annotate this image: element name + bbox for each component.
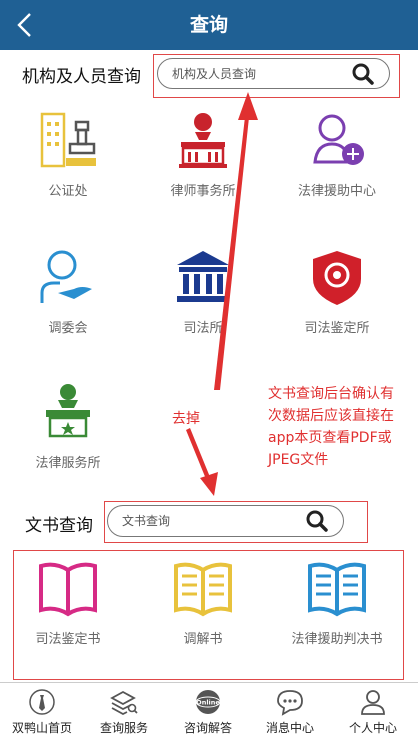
backend-annotation-line: app本页查看PDF或 [268,430,392,446]
backend-annotation-line: 次数据后应该直接在 [268,408,394,424]
grid-item-label: 调委会 [48,321,88,336]
grid-item-label: 律师事务所 [170,184,236,199]
search-icon[interactable] [305,509,329,533]
online-consult-icon: Online [195,690,221,714]
grid-item-forensic-appraisal[interactable]: 司法鉴定所 [272,247,402,336]
grid-item-label: 司法所 [183,321,223,336]
book-icon [174,562,232,617]
institutions-search-input[interactable] [172,59,334,88]
notary-office-icon [40,112,96,168]
top-bar: 查询 [0,0,418,50]
remove-annotation: 去掉 [172,411,200,427]
page-title: 查询 [189,14,228,36]
backend-annotation-line: JPEG文件 [268,452,329,468]
grid-item-legal-service-office[interactable]: 法律服务所 [3,382,133,471]
book-icon [39,562,97,617]
tab-profile[interactable]: 个人中心 [331,683,415,742]
grid-item-notary-office[interactable]: 公证处 [3,110,133,199]
grid-item-judicial-office[interactable]: 司法所 [138,247,268,336]
message-icon [277,690,303,716]
grid-item-label: 法律援助判决书 [291,632,383,647]
judicial-office-icon [177,251,229,302]
documents-search-box[interactable] [107,505,344,537]
grid-item-forensic-report[interactable]: 司法鉴定书 [3,560,133,647]
search-service-icon [110,690,138,716]
documents-search-input[interactable] [122,506,287,536]
institutions-section-title: 机构及人员查询 [22,67,141,87]
grid-item-label: 调解书 [183,632,223,647]
tab-messages[interactable]: 消息中心 [248,683,332,742]
grid-item-mediation-committee[interactable]: 调委会 [3,247,133,336]
tab-label: 查询服务 [99,721,148,735]
backend-annotation: 文书查询后台确认有 次数据后应该直接在 app本页查看PDF或 JPEG文件 [268,383,418,471]
legal-aid-center-icon [313,114,364,165]
legal-service-office-icon [46,384,90,438]
bottom-tab-bar: 双鸭山首页 查询服务 Online 咨询解答 消息中心 个人中心 [0,682,418,742]
grid-item-law-firm[interactable]: 律师事务所 [138,110,268,199]
tab-label: 消息中心 [265,721,314,735]
grid-item-legal-aid-judgment[interactable]: 法律援助判决书 [272,560,402,647]
law-firm-icon [179,113,227,168]
grid-item-label: 司法鉴定书 [35,632,101,647]
grid-item-label: 公证处 [48,184,88,199]
arrow-down-annotation [186,428,212,484]
backend-annotation-line: 文书查询后台确认有 [268,386,394,402]
grid-item-label: 法律援助中心 [297,184,376,199]
book-icon [308,562,366,617]
forensic-appraisal-icon [313,251,361,305]
tab-label: 双鸭山首页 [11,721,72,735]
online-badge: Online [196,699,220,707]
mediation-committee-icon [40,250,92,303]
institutions-search-box[interactable] [157,58,390,89]
arrow-down-head [200,472,218,496]
tab-label: 咨询解答 [183,721,232,735]
tab-search-service[interactable]: 查询服务 [82,683,166,742]
person-icon [361,690,385,715]
grid-item-label: 司法鉴定所 [304,321,370,336]
tab-home[interactable]: 双鸭山首页 [0,683,84,742]
grid-item-label: 法律服务所 [35,456,101,471]
grid-item-mediation-document[interactable]: 调解书 [138,560,268,647]
home-tie-icon [29,689,55,715]
grid-item-legal-aid-center[interactable]: 法律援助中心 [272,110,402,199]
documents-section-title: 文书查询 [25,516,93,536]
tab-consult[interactable]: Online 咨询解答 [166,683,250,742]
tab-label: 个人中心 [348,721,397,735]
search-icon[interactable] [351,62,375,86]
